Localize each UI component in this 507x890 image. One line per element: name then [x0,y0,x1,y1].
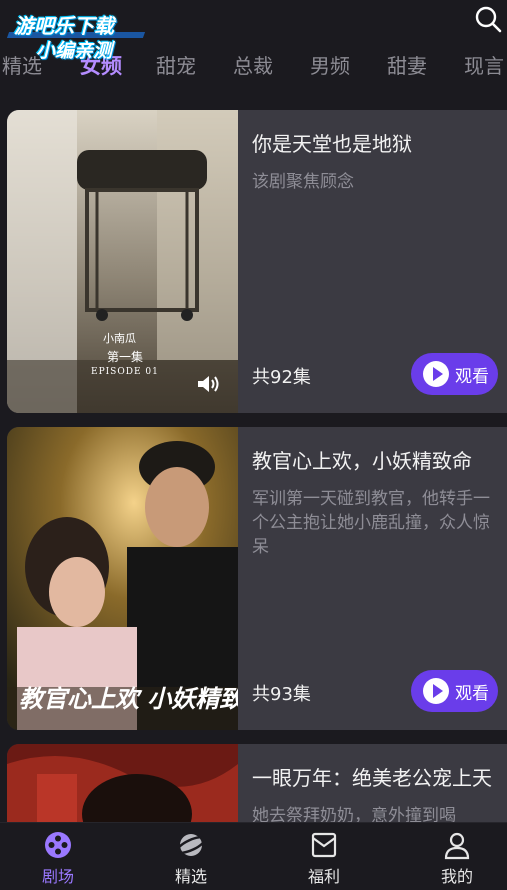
watch-button[interactable]: 观看 [411,670,498,712]
user-icon [444,832,470,860]
poster-episode-cn: 第一集 [107,350,144,364]
tab-tianchong[interactable]: 甜宠 [156,50,196,82]
search-icon [475,6,502,33]
episode-count: 共92集 [252,367,311,388]
tab-xianyan[interactable]: 现言 [464,50,504,82]
volume-icon[interactable] [196,373,224,395]
drama-title: 一眼万年：绝美老公宠上天 [252,766,492,790]
tab-tianqi[interactable]: 甜妻 [387,50,427,82]
bottom-navigation: 剧场 精选 福利 我的 [0,822,507,890]
drama-title: 教官心上欢，小妖精致命 [252,449,472,473]
drama-description: 该剧聚焦顾念 [252,172,354,192]
drama-description: 军训第一天碰到教官，他转手一个公主抱让她小鹿乱撞，众人惊呆 [252,489,490,557]
watch-button[interactable]: 观看 [411,353,498,395]
nav-label: 福利 [307,867,340,886]
theater-icon [45,832,71,858]
nav-featured[interactable]: 精选 [151,829,231,887]
play-icon [423,678,449,704]
play-icon [423,361,449,387]
watermark-line2: 小编亲测 [36,40,113,62]
drama-card[interactable]: 教官心上欢 小妖精致命 教官心上欢，小妖精致命 军训第一天碰到教官，他转手一个公… [7,427,507,730]
poster-brand: 小南瓜 [103,332,136,345]
watch-label: 观看 [455,683,489,704]
poster-overlay-title: 教官心上欢 小妖精致命 [19,684,238,713]
search-button[interactable] [475,6,503,34]
nav-label: 精选 [174,867,207,886]
planet-icon [175,834,207,856]
tab-nanpin[interactable]: 男频 [310,50,350,82]
nav-label: 我的 [440,867,473,886]
episode-count: 共93集 [252,684,311,705]
nav-profile[interactable]: 我的 [417,829,497,887]
nav-theater[interactable]: 剧场 [18,829,98,887]
watermark-line1: 游吧乐下载 [14,14,114,38]
gift-envelope-icon [311,832,337,858]
tab-zongcai[interactable]: 总裁 [233,50,273,82]
drama-poster: 教官心上欢 小妖精致命 [7,427,238,730]
drama-poster: 小南瓜 第一集 EPISODE 01 [7,110,238,413]
watermark-logo: 游吧乐下载 小编亲测 [6,8,148,64]
nav-label: 剧场 [41,867,74,886]
drama-card[interactable]: 小南瓜 第一集 EPISODE 01 你是天堂也是地狱 该剧聚焦顾念 共92集 … [7,110,507,413]
watch-label: 观看 [455,366,489,387]
drama-title: 你是天堂也是地狱 [252,132,412,156]
poster-episode-en: EPISODE 01 [91,367,159,377]
nav-welfare[interactable]: 福利 [284,829,364,887]
